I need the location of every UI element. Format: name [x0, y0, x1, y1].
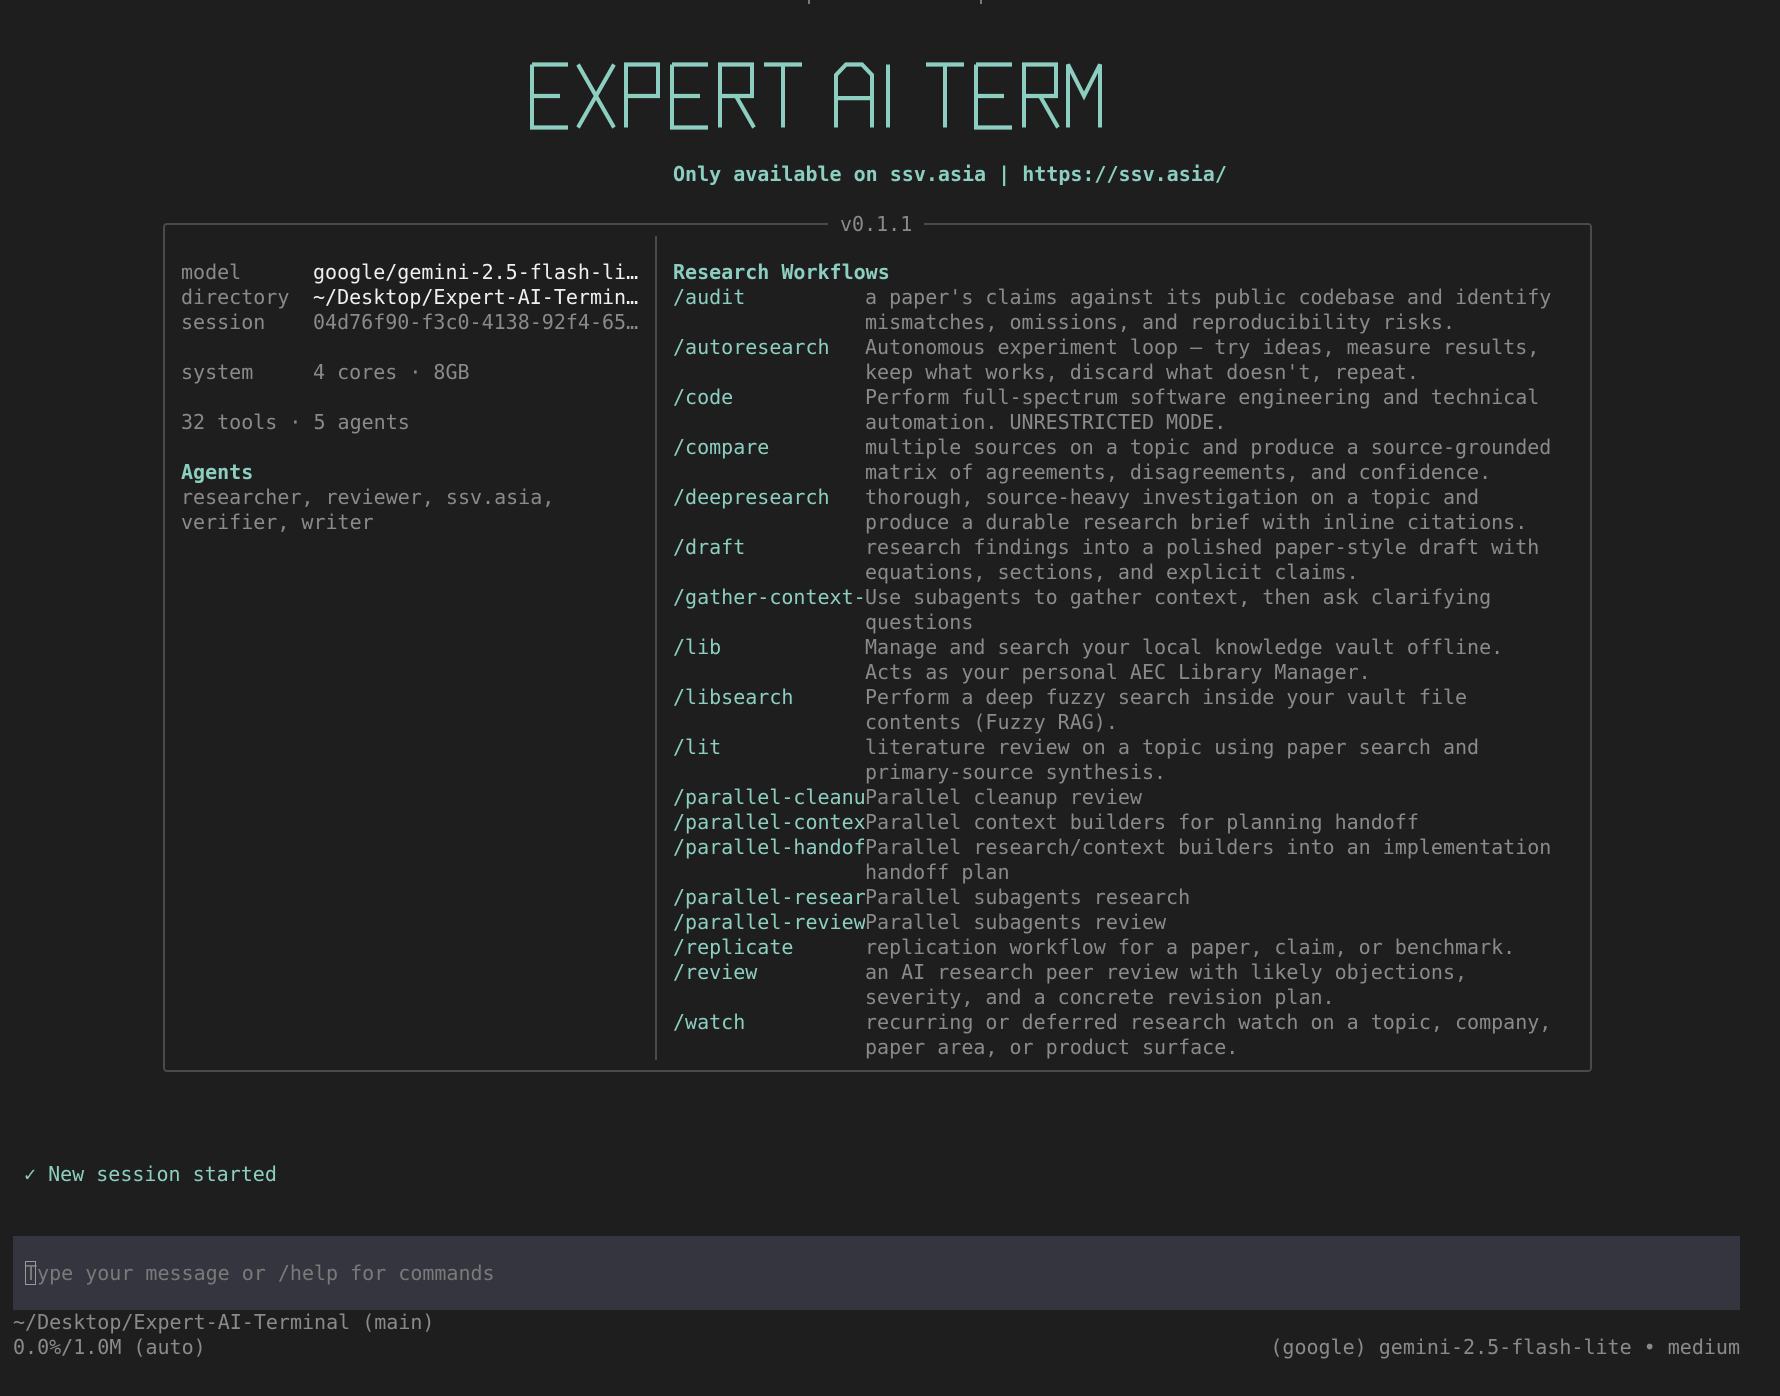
banner-logo	[529, 62, 1102, 130]
workflow-description: Parallel context builders for planning h…	[865, 810, 1419, 834]
working-directory: ~/Desktop/Expert-AI-Terminal (main)	[13, 1310, 435, 1334]
workflow-rows: /audit a paper's claims against its publi…	[673, 285, 1573, 1060]
footer-left: ~/Desktop/Expert-AI-Terminal (main) 0.0%/…	[13, 1310, 434, 1360]
workflows-title: Research Workflows	[673, 260, 890, 284]
workflows-list: Research Workflows /audit a paper's claim…	[673, 260, 1573, 1060]
session-info: model google/gemini-2.5-flash-li… direct…	[181, 260, 641, 535]
top-edge-remnants	[0, 0, 1780, 6]
workflow-command[interactable]: /lit	[673, 735, 865, 785]
workflow-row[interactable]: /draft research findings into a polished …	[673, 535, 1573, 585]
info-row-directory: directory ~/Desktop/Expert-AI-Termin…	[181, 285, 641, 310]
workflow-description: replication workflow for a paper, claim,…	[865, 935, 1516, 959]
workflow-row[interactable]: /deepresearch thorough, source-heavy inve…	[673, 485, 1573, 535]
workflow-command[interactable]: /autoresearch	[673, 335, 865, 385]
workflow-command[interactable]: /code	[673, 385, 865, 435]
agents-title: Agents	[181, 460, 254, 484]
workflow-row[interactable]: /parallel-cleanu Parallel cleanup review	[673, 785, 1573, 810]
workflow-description: research findings into a polished paper-…	[865, 535, 1540, 584]
workflow-command[interactable]: /parallel-cleanu	[673, 785, 865, 810]
workflow-row[interactable]: /compare multiple sources on a topic and …	[673, 435, 1573, 485]
workflow-description: Manage and search your local knowledge v…	[865, 635, 1504, 684]
workflow-description: Parallel subagents review	[865, 910, 1167, 934]
workflow-row[interactable]: /audit a paper's claims against its publi…	[673, 285, 1573, 335]
workflow-row[interactable]: /watch recurring or deferred research wat…	[673, 1010, 1573, 1060]
workflow-row[interactable]: /review an AI research peer review with l…	[673, 960, 1573, 1010]
workflow-command[interactable]: /lib	[673, 635, 865, 685]
workflow-description: an AI research peer review with likely o…	[865, 960, 1468, 1009]
workflow-row[interactable]: /parallel-resear Parallel subagents resea…	[673, 885, 1573, 910]
workflow-command[interactable]: /parallel-resear	[673, 885, 865, 910]
model-indicator: (google) gemini-2.5-flash-lite • medium	[1270, 1335, 1740, 1359]
workflow-row[interactable]: /code Perform full-spectrum software engi…	[673, 385, 1573, 435]
workflow-command[interactable]: /libsearch	[673, 685, 865, 735]
workflow-description: Parallel subagents research	[865, 885, 1191, 909]
workflow-row[interactable]: /parallel-handof Parallel research/contex…	[673, 835, 1573, 885]
info-row-model: model google/gemini-2.5-flash-li…	[181, 260, 641, 285]
tool-agent-counts: 32 tools · 5 agents	[181, 410, 410, 434]
info-row-system: system 4 cores · 8GB	[181, 360, 641, 385]
workflow-command[interactable]: /draft	[673, 535, 865, 585]
version-label: v0.1.1	[828, 210, 925, 238]
workflow-description: recurring or deferred research watch on …	[865, 1010, 1552, 1059]
workflow-description: Autonomous experiment loop — try ideas, …	[865, 335, 1540, 384]
info-row-session: session 04d76f90-f3c0-4138-92f4-65…	[181, 310, 641, 335]
workflow-description: Perform full-spectrum software engineeri…	[865, 385, 1540, 434]
app-banner	[0, 54, 1655, 138]
status-text: New session started	[48, 1162, 277, 1186]
terminal-screen: Only available on ssv.asia | https://ssv…	[0, 0, 1780, 1396]
info-key: session	[181, 310, 266, 334]
info-key: system	[181, 360, 254, 384]
workflow-command[interactable]: /compare	[673, 435, 865, 485]
workflow-description: Parallel research/context builders into …	[865, 835, 1552, 884]
workflow-description: literature review on a topic using paper…	[865, 735, 1480, 784]
directory-value: ~/Desktop/Expert-AI-Termin…	[313, 285, 639, 309]
workflow-command[interactable]: /gather-context-	[673, 585, 865, 635]
context-usage: 0.0%/1.0M (auto)	[13, 1335, 206, 1359]
info-key: directory	[181, 285, 290, 309]
panel-divider	[655, 236, 657, 1060]
workflow-command[interactable]: /watch	[673, 1010, 865, 1060]
check-icon: ✓	[24, 1162, 37, 1186]
workflow-row[interactable]: /lit literature review on a topic using p…	[673, 735, 1573, 785]
workflow-row[interactable]: /replicate replication workflow for a pap…	[673, 935, 1573, 960]
workflow-description: Perform a deep fuzzy search inside your …	[865, 685, 1468, 734]
workflow-command[interactable]: /review	[673, 960, 865, 1010]
workflow-command[interactable]: /deepresearch	[673, 485, 865, 535]
agents-list: researcher, reviewer, ssv.asia, verifier…	[181, 485, 555, 534]
workflow-command[interactable]: /parallel-handof	[673, 835, 865, 885]
model-value: google/gemini-2.5-flash-li…	[313, 260, 639, 284]
workflow-row[interactable]: /libsearch Perform a deep fuzzy search in…	[673, 685, 1573, 735]
info-key: model	[181, 260, 242, 284]
workflow-row[interactable]: /gather-context- Use subagents to gather …	[673, 585, 1573, 635]
message-input[interactable]	[25, 1261, 1705, 1285]
workflow-row[interactable]: /parallel-contex Parallel context builder…	[673, 810, 1573, 835]
status-message: ✓ New session started	[24, 1160, 277, 1188]
workflow-description: Use subagents to gather context, then as…	[865, 585, 1492, 634]
workflow-row[interactable]: /autoresearch Autonomous experiment loop …	[673, 335, 1573, 385]
workflow-command[interactable]: /audit	[673, 285, 865, 335]
workflow-command[interactable]: /parallel-review	[673, 910, 865, 935]
workflow-command[interactable]: /replicate	[673, 935, 865, 960]
system-value: 4 cores · 8GB	[313, 360, 470, 384]
text-cursor	[25, 1261, 36, 1285]
session-value: 04d76f90-f3c0-4138-92f4-65…	[313, 310, 639, 334]
workflow-description: Parallel cleanup review	[865, 785, 1142, 809]
availability-notice: Only available on ssv.asia | https://ssv…	[673, 162, 1227, 186]
workflow-description: multiple sources on a topic and produce …	[865, 435, 1552, 484]
workflow-row[interactable]: /parallel-review Parallel subagents revie…	[673, 910, 1573, 935]
message-input-bar[interactable]	[13, 1236, 1740, 1310]
workflow-description: thorough, source-heavy investigation on …	[865, 485, 1528, 534]
workflow-row[interactable]: /lib Manage and search your local knowled…	[673, 635, 1573, 685]
workflow-description: a paper's claims against its public code…	[865, 285, 1552, 334]
workflow-command[interactable]: /parallel-contex	[673, 810, 865, 835]
